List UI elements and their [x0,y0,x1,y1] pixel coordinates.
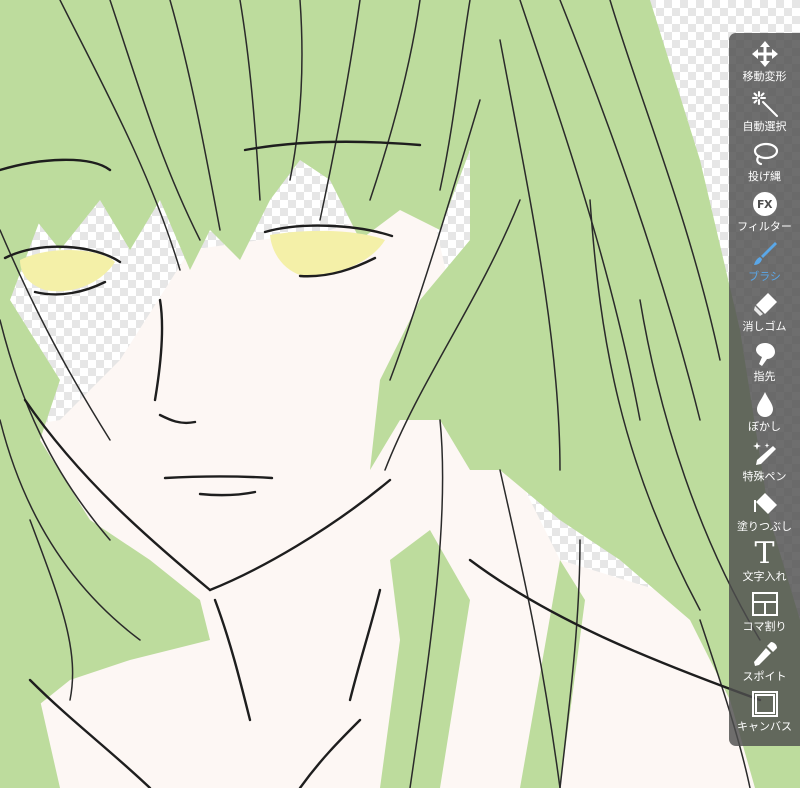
fill-bucket-icon [750,489,780,519]
magic-wand-icon [750,89,780,119]
tool-canvas[interactable]: キャンバス [729,689,800,739]
tool-brush[interactable]: ブラシ [729,239,800,289]
tool-text[interactable]: T 文字入れ [729,539,800,589]
tool-label: キャンバス [737,720,792,733]
tool-label: 指先 [753,370,776,383]
text-icon-glyph: T [754,536,775,571]
eraser-icon [750,289,780,319]
brush-icon [750,239,780,269]
tool-filter[interactable]: FX フィルター [729,189,800,239]
tool-special-pen[interactable]: 特殊ペン [729,439,800,489]
tool-label: 塗りつぶし [736,520,793,533]
tool-label: 自動選択 [742,120,787,133]
tool-label: 移動変形 [742,70,787,83]
tool-label: 投げ縄 [748,170,781,183]
tool-palette: 移動変形 自動選択 投げ縄 FX フィルター ブラシ 消しゴム 指先 ぼかし 特… [729,33,800,746]
tool-panel-divide[interactable]: コマ割り [729,589,800,639]
tool-label: 文字入れ [742,570,787,583]
tool-move-transform[interactable]: 移動変形 [729,39,800,89]
move-arrows-icon [750,39,780,69]
blur-drop-icon [750,389,780,419]
tool-fill[interactable]: 塗りつぶし [729,489,800,539]
special-pen-icon [750,439,780,469]
tool-label: フィルター [737,220,792,233]
text-icon: T [750,539,780,569]
eyedropper-icon [750,639,780,669]
tool-lasso[interactable]: 投げ縄 [729,139,800,189]
finger-smudge-icon [750,339,780,369]
tool-blur[interactable]: ぼかし [729,389,800,439]
tool-finger-smudge[interactable]: 指先 [729,339,800,389]
tool-label: コマ割り [742,620,787,633]
tool-label: ブラシ [748,270,781,283]
drawing-canvas[interactable] [0,0,800,788]
tool-auto-select[interactable]: 自動選択 [729,89,800,139]
lasso-icon [750,139,780,169]
canvas-icon [750,689,780,719]
fx-icon-text: FX [752,192,777,216]
tool-label: ぼかし [748,420,781,433]
tool-eraser[interactable]: 消しゴム [729,289,800,339]
tool-eyedropper[interactable]: スポイト [729,639,800,689]
tool-label: 消しゴム [742,320,787,333]
fx-icon: FX [750,189,780,219]
panel-divide-icon [750,589,780,619]
tool-label: 特殊ペン [742,470,787,483]
artwork-illustration [0,0,800,788]
tool-label: スポイト [742,670,787,683]
